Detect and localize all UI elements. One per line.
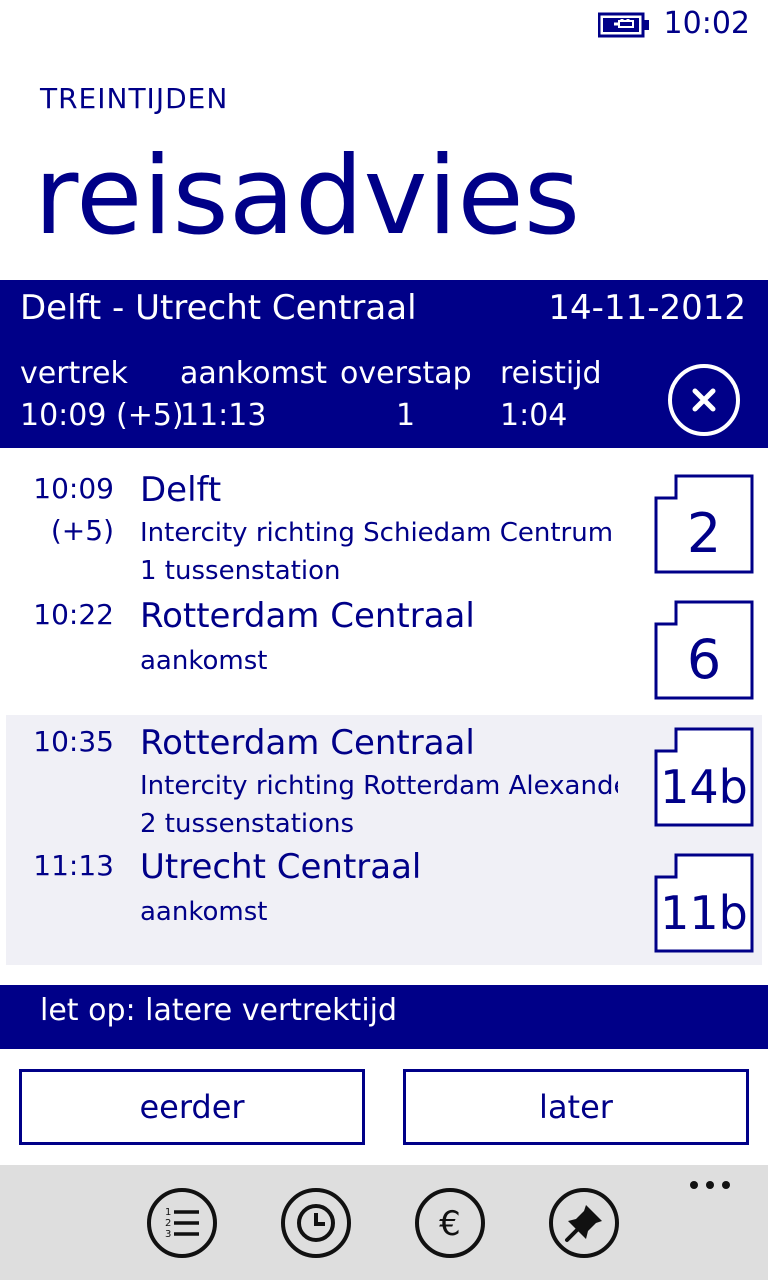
later-button[interactable]: later	[403, 1069, 749, 1145]
journey-leg[interactable]: 10:35 Rotterdam Centraal Intercity richt…	[6, 715, 762, 965]
journey-leg[interactable]: 10:09 (+5) Delft Intercity richting Schi…	[6, 460, 762, 710]
close-icon	[692, 388, 716, 412]
more-options-icon[interactable]	[688, 1175, 732, 1195]
train-direction: Intercity richting Rotterdam Alexander	[140, 771, 618, 801]
app-name: TREINTIJDEN	[40, 82, 229, 115]
fares-button[interactable]: €	[414, 1187, 486, 1259]
svg-text:3: 3	[165, 1229, 171, 1240]
arrival-note: aankomst	[140, 897, 268, 927]
transfers-value: 1	[396, 398, 416, 433]
arrival-platform: 6	[654, 600, 754, 700]
platform-number: 14b	[660, 760, 748, 814]
status-bar: 10:02	[0, 0, 768, 50]
svg-text:1: 1	[165, 1207, 171, 1218]
page-title: reisadvies	[34, 134, 581, 259]
battery-charging-icon	[598, 12, 649, 38]
intermediate-stops: 2 tussenstations	[140, 809, 355, 839]
clock-icon	[281, 1188, 351, 1258]
route-label: Delft - Utrecht Centraal	[20, 288, 417, 328]
svg-text:€: €	[439, 1204, 461, 1244]
arrival-label: aankomst	[180, 356, 328, 391]
departure-value: 10:09 (+5)	[20, 398, 184, 433]
arrival-value: 11:13	[180, 398, 267, 433]
departure-platform: 14b	[654, 727, 754, 827]
euro-icon: €	[415, 1188, 485, 1258]
arrival-time: 10:22	[33, 598, 114, 631]
close-button[interactable]	[668, 364, 740, 436]
travel-time-value: 1:04	[500, 398, 568, 433]
platform-number: 2	[686, 502, 722, 565]
notice-text: let op: latere vertrektijd	[40, 993, 398, 1028]
departure-time: 10:35	[33, 725, 114, 758]
platform-number: 11b	[660, 886, 748, 940]
notice-banner: let op: latere vertrektijd	[0, 985, 768, 1049]
transfers-label: overstap	[340, 356, 472, 391]
departure-station: Rotterdam Centraal	[140, 723, 475, 763]
delay-label: (+5)	[50, 514, 114, 547]
departure-time: 10:09	[33, 472, 114, 505]
platform-number: 6	[686, 628, 722, 691]
trip-summary: Delft - Utrecht Centraal 14-11-2012 vert…	[0, 280, 768, 448]
travel-time-label: reistijd	[500, 356, 602, 391]
departures-button[interactable]	[280, 1187, 352, 1259]
arrival-platform: 11b	[654, 853, 754, 953]
train-direction: Intercity richting Schiedam Centrum	[140, 518, 614, 548]
earlier-button[interactable]: eerder	[19, 1069, 365, 1145]
clock: 10:02	[663, 6, 750, 41]
arrival-station: Utrecht Centraal	[140, 847, 422, 887]
departure-label: vertrek	[20, 356, 128, 391]
arrival-station: Rotterdam Centraal	[140, 596, 475, 636]
svg-text:2: 2	[165, 1218, 171, 1229]
departure-platform: 2	[654, 474, 754, 574]
app-bar: 1 2 3 €	[0, 1165, 768, 1280]
arrival-note: aankomst	[140, 646, 268, 676]
list-button[interactable]: 1 2 3	[146, 1187, 218, 1259]
arrival-time: 11:13	[33, 849, 114, 882]
intermediate-stops: 1 tussenstation	[140, 556, 341, 586]
pin-icon	[549, 1188, 619, 1258]
pin-button[interactable]	[548, 1187, 620, 1259]
list-icon: 1 2 3	[147, 1188, 217, 1258]
departure-station: Delft	[140, 470, 222, 510]
trip-date: 14-11-2012	[548, 288, 746, 328]
